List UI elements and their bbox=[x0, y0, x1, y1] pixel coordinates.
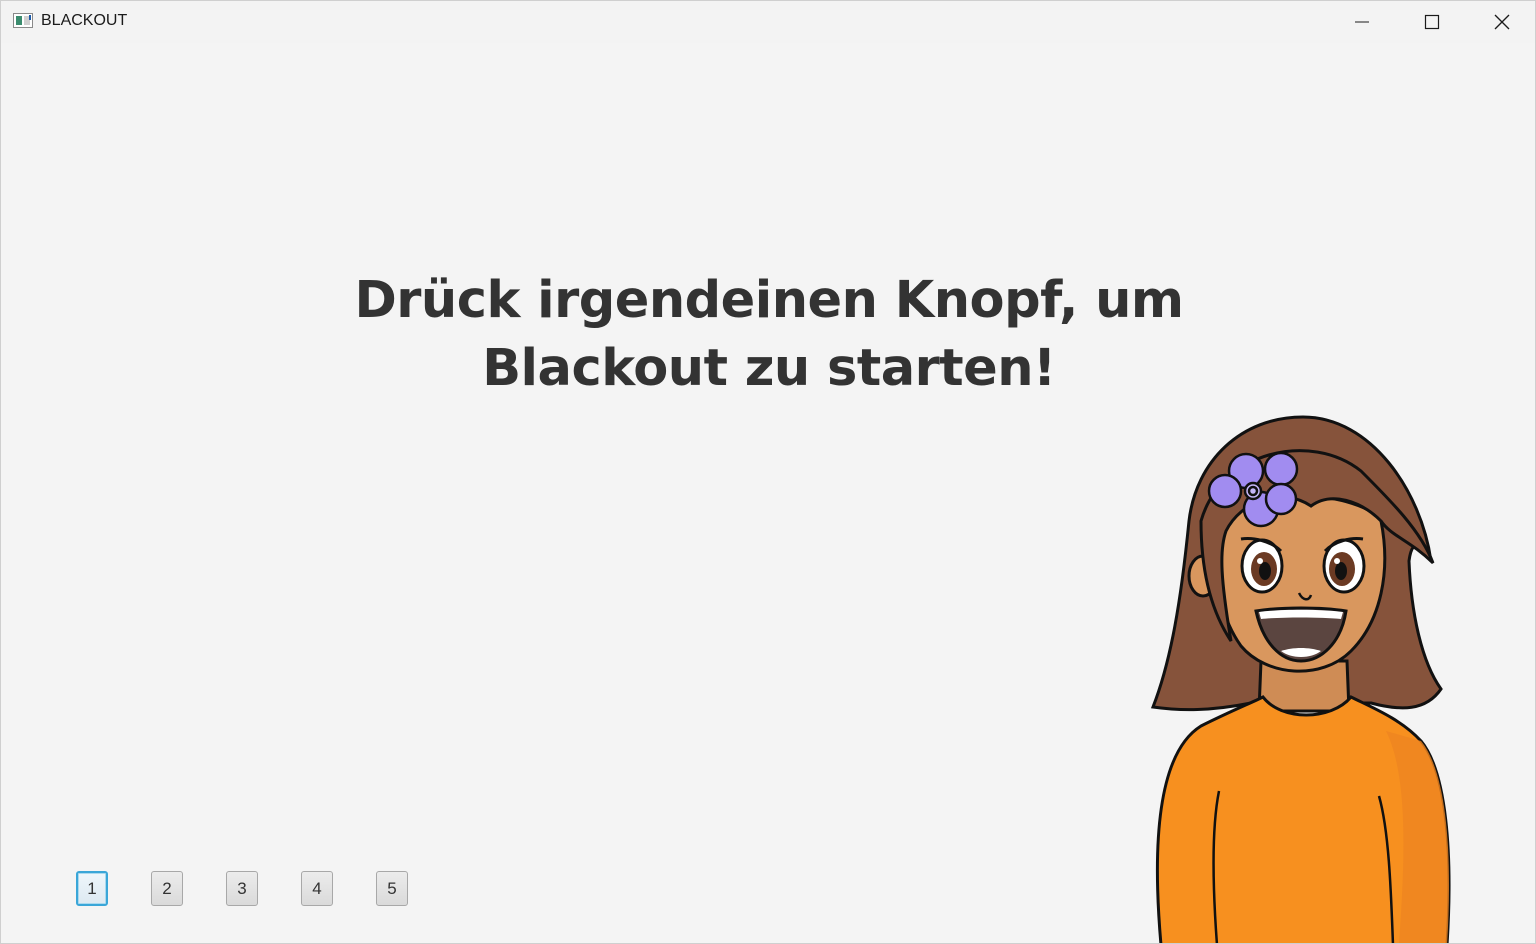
minimize-button[interactable] bbox=[1327, 1, 1397, 43]
number-button-3[interactable]: 3 bbox=[226, 871, 258, 906]
number-button-4[interactable]: 4 bbox=[301, 871, 333, 906]
app-icon bbox=[13, 13, 33, 28]
girl-with-flower-illustration bbox=[1150, 415, 1451, 943]
headline-line-2: Blackout zu starten! bbox=[482, 339, 1056, 398]
close-icon bbox=[1494, 14, 1510, 30]
title-bar[interactable]: BLACKOUT bbox=[1, 1, 1535, 43]
window-title: BLACKOUT bbox=[41, 12, 128, 29]
maximize-icon bbox=[1424, 14, 1440, 30]
maximize-button[interactable] bbox=[1397, 1, 1467, 43]
headline-line-1: Drück irgendeinen Knopf, um bbox=[354, 271, 1184, 330]
start-prompt-headline: Drück irgendeinen Knopf, um Blackout zu … bbox=[1, 267, 1535, 403]
number-button-5[interactable]: 5 bbox=[376, 871, 408, 906]
minimize-icon bbox=[1355, 21, 1369, 23]
number-button-1[interactable]: 1 bbox=[76, 871, 108, 906]
app-window: BLACKOUT Drück irgendeinen Knopf, um Bla… bbox=[0, 0, 1536, 944]
number-button-2[interactable]: 2 bbox=[151, 871, 183, 906]
close-button[interactable] bbox=[1467, 1, 1535, 43]
